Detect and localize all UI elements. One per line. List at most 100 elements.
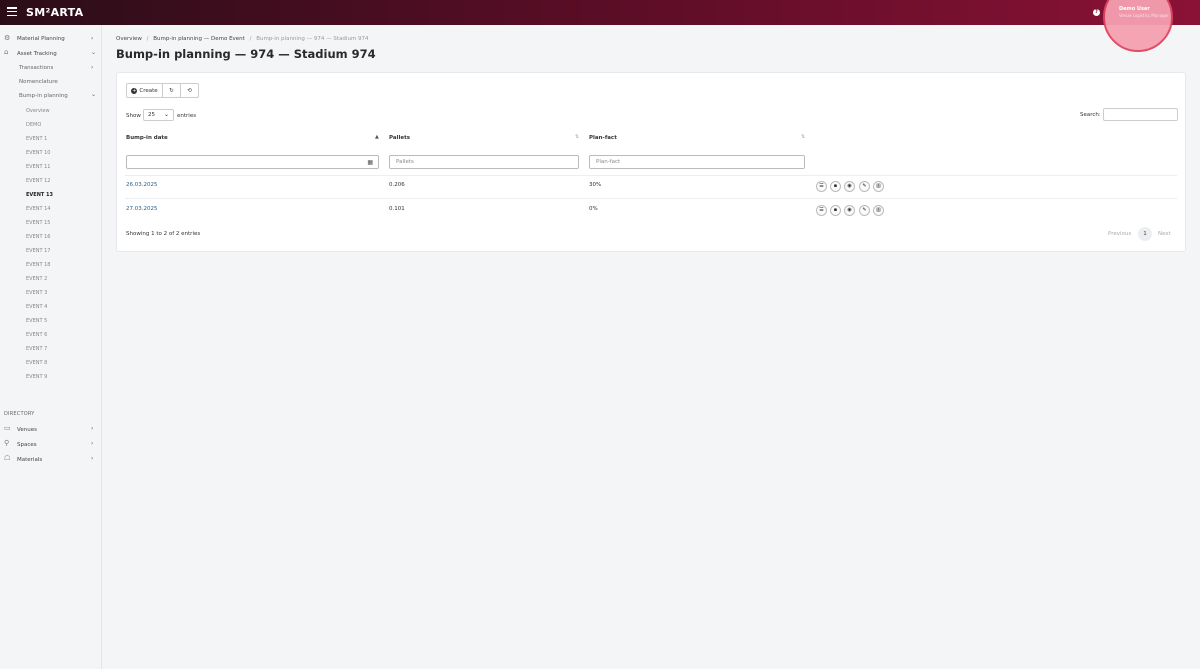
sort-icon[interactable]: ⇅	[801, 134, 805, 140]
hamburger-menu-icon[interactable]	[7, 7, 17, 17]
column-header-bump-in-date[interactable]: Bump-in date	[126, 135, 168, 141]
search-input[interactable]	[1103, 108, 1178, 121]
delete-icon[interactable]: ▥	[873, 205, 884, 216]
top-navbar: SM²ARTA ? Demo User Venue Logistics Mana…	[0, 0, 1200, 52]
table-card: + Create ↻ ⟲ Show 25 ⌄ entries Search: B…	[116, 72, 1186, 252]
breadcrumb-current: Bump-in planning — 974 — Stadium 974	[256, 36, 369, 42]
search-label: Search:	[1080, 112, 1101, 118]
breadcrumb-demo-event[interactable]: Bump-in planning — Demo Event	[153, 36, 245, 42]
sort-icon[interactable]: ⇅	[575, 134, 579, 140]
sidebar-item-event-active[interactable]: EVENT 13	[26, 192, 53, 198]
plan-fact-filter-input[interactable]: Plan-fact	[589, 155, 805, 169]
page-title: Bump-in planning — 974 — Stadium 974	[116, 47, 376, 61]
sidebar-item-event[interactable]: EVENT 8	[26, 360, 47, 366]
chevron-down-icon: ⌄	[91, 91, 97, 98]
sidebar-item-event[interactable]: EVENT 5	[26, 318, 47, 324]
show-label: Show	[126, 113, 141, 119]
row-divider	[125, 175, 1177, 176]
refresh-icon: ↻	[169, 87, 174, 94]
sidebar-item-event[interactable]: EVENT 3	[26, 290, 47, 296]
view-icon[interactable]: ◉	[844, 205, 855, 216]
sidebar-item-bump-in-planning[interactable]: Bump-in planning	[19, 93, 68, 99]
document-icon[interactable]: ▪	[830, 181, 841, 192]
sidebar-item-event[interactable]: EVENT 4	[26, 304, 47, 310]
row-plan-fact: 0%	[589, 206, 598, 212]
chevron-right-icon: ›	[91, 35, 94, 42]
pagination-previous[interactable]: Previous	[1108, 231, 1131, 237]
user-role: Venue Logistics Manager	[1119, 13, 1169, 18]
chevron-right-icon: ›	[91, 455, 94, 462]
reset-button[interactable]: ⟲	[181, 84, 198, 97]
sidebar-item-venues[interactable]: Venues	[17, 427, 37, 433]
pagination-next[interactable]: Next	[1158, 231, 1171, 237]
table-info: Showing 1 to 2 of 2 entries	[126, 231, 201, 237]
sidebar-item-materials[interactable]: Materials	[17, 457, 42, 463]
chevron-right-icon: ›	[91, 425, 94, 432]
pagination-page-1[interactable]: 1	[1138, 227, 1152, 241]
row-pallets: 0.101	[389, 206, 405, 212]
entries-label: entries	[177, 113, 197, 119]
breadcrumb: Overview / Bump-in planning — Demo Event…	[116, 36, 369, 42]
reset-icon: ⟲	[187, 87, 192, 94]
page-size-select[interactable]: 25 ⌄	[143, 109, 174, 121]
material-planning-icon: ⚙	[4, 34, 11, 42]
sidebar-item-event[interactable]: EVENT 14	[26, 206, 51, 212]
row-date-link[interactable]: 27.03.2025	[126, 206, 158, 212]
directory-section-label: DIRECTORY	[4, 411, 35, 417]
breadcrumb-overview[interactable]: Overview	[116, 36, 142, 42]
date-filter-input[interactable]: ▦	[126, 155, 379, 169]
chevron-down-icon: ⌄	[91, 49, 97, 56]
sidebar-item-spaces[interactable]: Spaces	[17, 442, 37, 448]
sidebar: ⚙ Material Planning › ⌂ Asset Tracking ⌄…	[0, 25, 102, 669]
sidebar-item-event[interactable]: EVENT 9	[26, 374, 47, 380]
sidebar-item-material-planning[interactable]: Material Planning	[17, 36, 65, 42]
row-date-link[interactable]: 26.03.2025	[126, 182, 158, 188]
sidebar-item-event[interactable]: EVENT 11	[26, 164, 51, 170]
document-icon[interactable]: ▪	[830, 205, 841, 216]
sort-asc-icon[interactable]: ▲	[375, 134, 379, 140]
sidebar-item-nomenclature[interactable]: Nomenclature	[19, 79, 58, 85]
help-icon[interactable]: ?	[1093, 9, 1100, 16]
column-header-pallets[interactable]: Pallets	[389, 135, 410, 141]
sidebar-item-event[interactable]: EVENT 7	[26, 346, 47, 352]
sidebar-item-asset-tracking[interactable]: Asset Tracking	[17, 51, 57, 57]
breadcrumb-separator: /	[249, 36, 252, 42]
sidebar-item-event[interactable]: EVENT 17	[26, 248, 51, 254]
edit-icon[interactable]: ✎	[859, 205, 870, 216]
sidebar-item-transactions[interactable]: Transactions	[19, 65, 53, 71]
delete-icon[interactable]: ▥	[873, 181, 884, 192]
sidebar-item-event[interactable]: EVENT 12	[26, 178, 51, 184]
list-icon[interactable]: ☰	[816, 205, 827, 216]
sidebar-item-event[interactable]: EVENT 18	[26, 262, 51, 268]
sidebar-item-event[interactable]: DEMO	[26, 122, 41, 128]
sidebar-item-event[interactable]: EVENT 10	[26, 150, 51, 156]
map-pin-icon: ⚲	[4, 439, 10, 447]
sidebar-item-event[interactable]: EVENT 6	[26, 332, 47, 338]
row-pallets: 0.206	[389, 182, 405, 188]
calendar-icon[interactable]: ▦	[367, 159, 373, 166]
warehouse-icon: ⌂	[4, 48, 9, 56]
pallets-filter-input[interactable]: Pallets	[389, 155, 579, 169]
create-button[interactable]: + Create	[127, 84, 163, 97]
sidebar-item-event[interactable]: EVENT 2	[26, 276, 47, 282]
list-icon[interactable]: ☰	[816, 181, 827, 192]
column-header-plan-fact[interactable]: Plan-fact	[589, 135, 617, 141]
venue-icon: ▭	[4, 424, 11, 432]
edit-icon[interactable]: ✎	[859, 181, 870, 192]
user-name[interactable]: Demo User	[1119, 6, 1150, 12]
chevron-down-icon: ⌄	[163, 111, 169, 118]
view-icon[interactable]: ◉	[844, 181, 855, 192]
sidebar-item-event[interactable]: EVENT 1	[26, 136, 47, 142]
create-button-label: Create	[139, 87, 158, 94]
row-divider	[125, 198, 1177, 199]
sidebar-item-event[interactable]: EVENT 16	[26, 234, 51, 240]
plus-icon: +	[131, 87, 138, 94]
sidebar-item-event[interactable]: EVENT 15	[26, 220, 51, 226]
toolbar-button-group: + Create ↻ ⟲	[126, 83, 199, 98]
refresh-button[interactable]: ↻	[163, 84, 181, 97]
page-size-value: 25	[148, 112, 155, 118]
app-logo[interactable]: SM²ARTA	[26, 6, 83, 19]
sidebar-item-overview[interactable]: Overview	[26, 108, 50, 114]
chevron-right-icon: ›	[91, 440, 94, 447]
chevron-right-icon: ›	[91, 64, 94, 71]
